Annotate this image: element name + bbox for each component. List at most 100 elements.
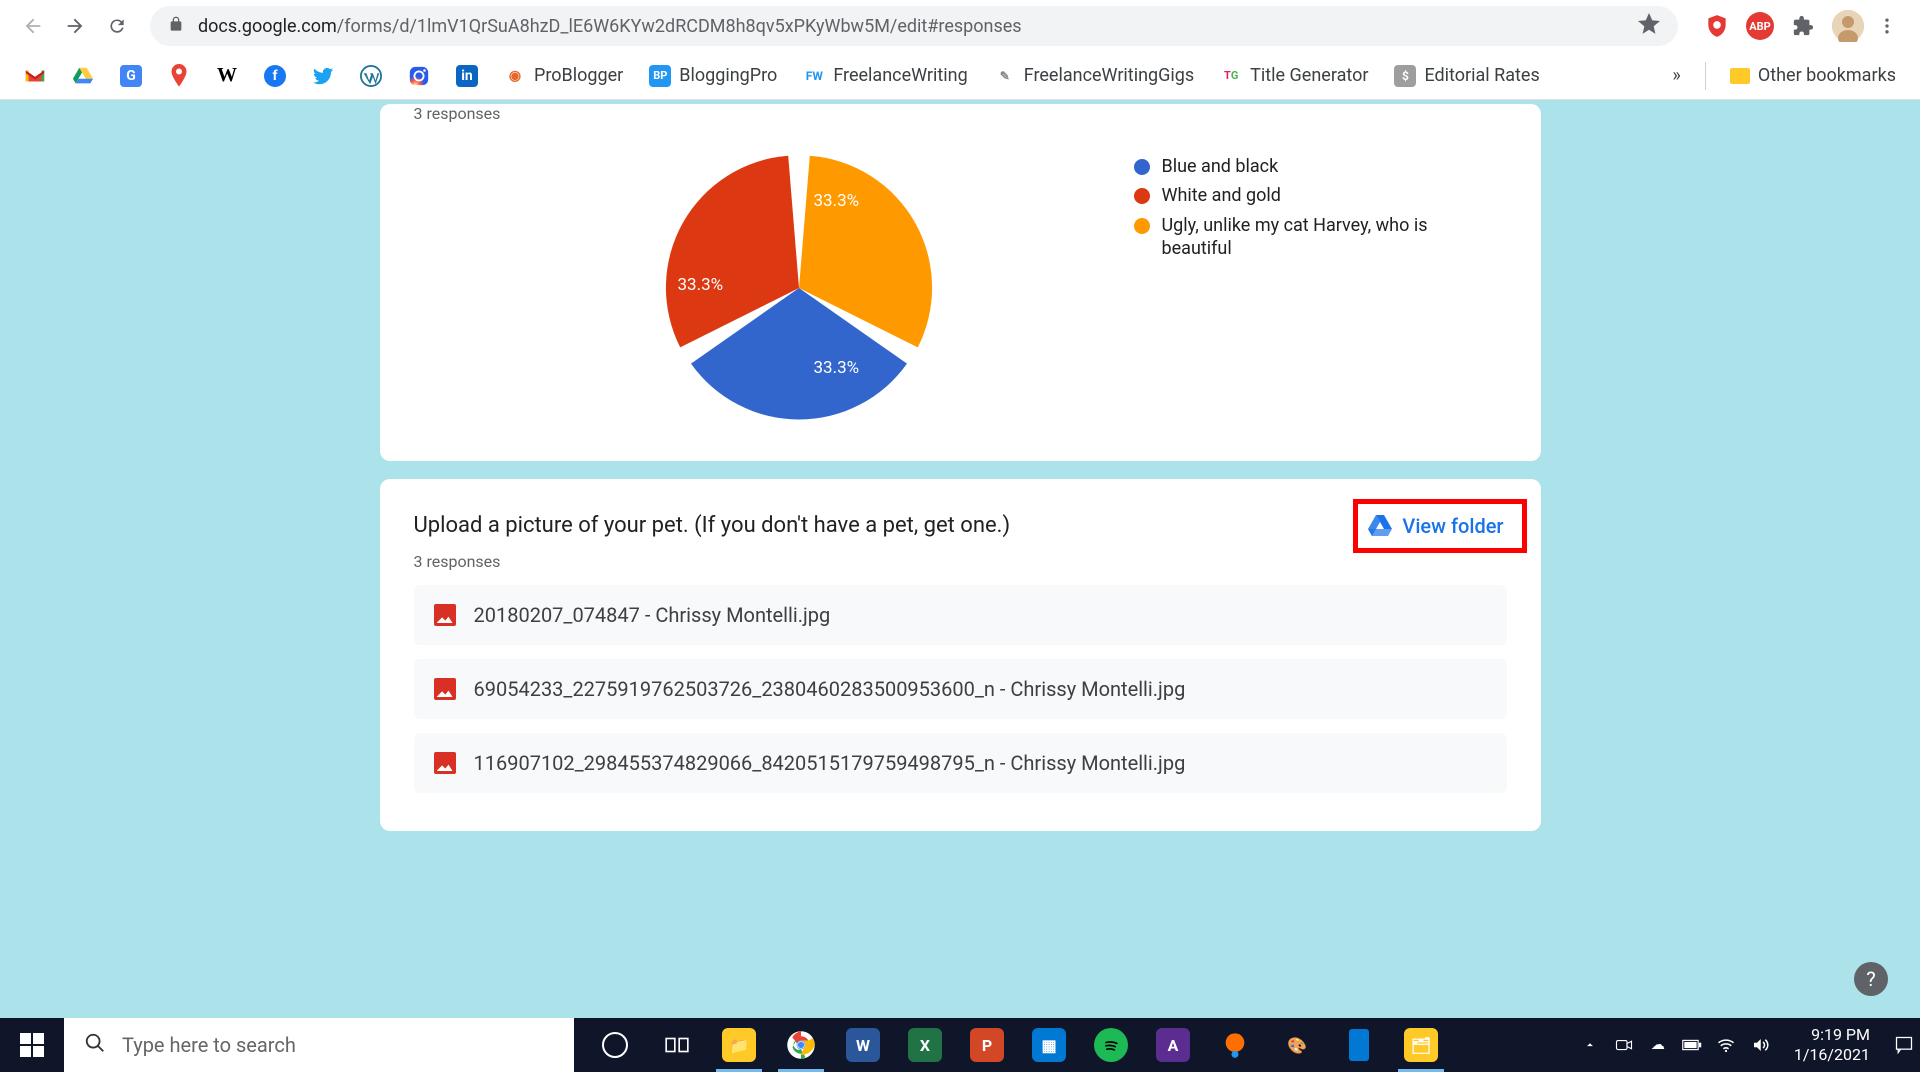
taskbar-app-yourphone[interactable]: [1328, 1018, 1390, 1072]
extensions-icon[interactable]: [1788, 11, 1818, 41]
overflow-chevron-icon: »: [1672, 65, 1680, 86]
taskbar-app-fileexplorer[interactable]: 🗂: [1390, 1018, 1452, 1072]
taskbar-app-explorer[interactable]: 📁: [708, 1018, 770, 1072]
taskbar-apps: 📁 W X P ▦ A 🎨 🗂: [584, 1018, 1452, 1072]
pie-slice-label: 33.3%: [814, 191, 860, 211]
tray-battery-icon[interactable]: [1682, 1035, 1702, 1055]
bookmark-bloggingpro[interactable]: BPBloggingPro: [643, 61, 783, 91]
taskbar-app-word[interactable]: W: [832, 1018, 894, 1072]
windows-taskbar: Type here to search 📁 W X P ▦ A 🎨 🗂 ☁: [0, 1018, 1920, 1072]
pie-slice-label: 33.3%: [814, 358, 860, 378]
response-count: 3 responses: [414, 552, 1507, 571]
legend-dot-icon: [1134, 218, 1150, 234]
bookmarks-bar: G W f in ◉ProBlogger BPBloggingPro FWFre…: [0, 52, 1920, 100]
tray-clock[interactable]: 9:19 PM 1/16/2021: [1784, 1025, 1880, 1065]
legend-label: Ugly, unlike my cat Harvey, who is beaut…: [1162, 214, 1454, 261]
url-path: /forms/d/1lmV1QrSuA8hzD_lE6W6KYw2dRCDM8h…: [337, 16, 1022, 37]
taskbar-app-powerpoint[interactable]: P: [956, 1018, 1018, 1072]
browser-toolbar: docs.google.com/forms/d/1lmV1QrSuA8hzD_l…: [0, 0, 1920, 52]
image-icon: [434, 752, 456, 774]
chrome-menu-icon[interactable]: [1868, 7, 1906, 45]
tray-onedrive-icon[interactable]: ☁: [1648, 1035, 1668, 1055]
legend-dot-icon: [1134, 159, 1150, 175]
tray-wifi-icon[interactable]: [1716, 1035, 1736, 1055]
bookmarks-overflow[interactable]: »: [1666, 61, 1686, 90]
bookmark-star-icon[interactable]: [1638, 13, 1660, 40]
pie-slice-label: 33.3%: [678, 275, 724, 295]
other-bookmarks[interactable]: Other bookmarks: [1724, 61, 1902, 90]
legend-item[interactable]: Blue and black: [1134, 155, 1454, 178]
bookmark-label: ProBlogger: [534, 65, 623, 86]
address-bar[interactable]: docs.google.com/forms/d/1lmV1QrSuA8hzD_l…: [150, 6, 1678, 46]
bookmark-instagram[interactable]: [402, 61, 436, 91]
file-response-row[interactable]: 69054233_2275919762503726_23804602835009…: [414, 659, 1507, 719]
help-button[interactable]: ?: [1854, 962, 1888, 996]
bookmark-label: Editorial Rates: [1424, 65, 1539, 86]
other-bookmarks-label: Other bookmarks: [1758, 65, 1896, 86]
file-response-row[interactable]: 116907102_298455374829066_84205151797594…: [414, 733, 1507, 793]
back-button[interactable]: [14, 7, 52, 45]
reload-button[interactable]: [98, 7, 136, 45]
search-placeholder: Type here to search: [122, 1033, 296, 1057]
legend-item[interactable]: White and gold: [1134, 184, 1454, 207]
image-icon: [434, 678, 456, 700]
bookmark-label: FreelanceWriting: [833, 65, 967, 86]
tray-time: 9:19 PM: [1794, 1025, 1870, 1045]
start-button[interactable]: [0, 1018, 64, 1072]
bookmark-drive[interactable]: [66, 61, 100, 91]
tray-meet-now-icon[interactable]: [1614, 1035, 1634, 1055]
tray-chevron-icon[interactable]: [1580, 1035, 1600, 1055]
drive-icon: [1368, 515, 1392, 537]
file-name: 20180207_074847 - Chrissy Montelli.jpg: [474, 603, 831, 627]
bookmark-translate[interactable]: G: [114, 61, 148, 91]
file-name: 69054233_2275919762503726_23804602835009…: [474, 677, 1186, 701]
pie-chart[interactable]: 33.3% 33.3% 33.3%: [664, 153, 934, 423]
image-icon: [434, 604, 456, 626]
file-response-row[interactable]: 20180207_074847 - Chrissy Montelli.jpg: [414, 585, 1507, 645]
bookmark-facebook[interactable]: f: [258, 61, 292, 91]
abp-icon[interactable]: ABP: [1746, 12, 1774, 40]
bookmark-maps[interactable]: [162, 61, 196, 91]
cortana-button[interactable]: [584, 1018, 646, 1072]
bookmark-problogger[interactable]: ◉ProBlogger: [498, 61, 629, 91]
legend-label: Blue and black: [1162, 155, 1279, 178]
bookmark-titlegenerator[interactable]: TGTitle Generator: [1214, 61, 1374, 91]
bookmark-gmail[interactable]: [18, 61, 52, 91]
question-title: Upload a picture of your pet. (If you do…: [414, 513, 1507, 538]
tray-volume-icon[interactable]: [1750, 1035, 1770, 1055]
bookmark-editorialrates[interactable]: $Editorial Rates: [1388, 61, 1545, 91]
taskbar-app-spotify[interactable]: [1080, 1018, 1142, 1072]
ublock-icon[interactable]: [1702, 11, 1732, 41]
bookmark-twitter[interactable]: [306, 61, 340, 91]
divider: [1705, 62, 1706, 90]
taskbar-app-excel[interactable]: X: [894, 1018, 956, 1072]
taskbar-app-chrome[interactable]: [770, 1018, 832, 1072]
profile-avatar[interactable]: [1832, 10, 1864, 42]
taskbar-app-paint3d[interactable]: [1204, 1018, 1266, 1072]
bookmark-linkedin[interactable]: in: [450, 61, 484, 91]
chart-legend: Blue and black White and gold Ugly, unli…: [1134, 155, 1454, 423]
forward-button[interactable]: [56, 7, 94, 45]
bookmark-wordpress[interactable]: [354, 61, 388, 91]
taskbar-app-calculator[interactable]: ▦: [1018, 1018, 1080, 1072]
taskbar-search[interactable]: Type here to search: [64, 1018, 574, 1072]
bookmark-freelancewriting[interactable]: FWFreelanceWriting: [797, 61, 973, 91]
folder-icon: [1730, 68, 1750, 84]
bookmark-wikipedia[interactable]: W: [210, 61, 244, 91]
bookmark-freelancewritinggigs[interactable]: ✎FreelanceWritingGigs: [988, 61, 1200, 91]
tray-date: 1/16/2021: [1794, 1045, 1870, 1065]
file-name: 116907102_298455374829066_84205151797594…: [474, 751, 1186, 775]
legend-item[interactable]: Ugly, unlike my cat Harvey, who is beaut…: [1134, 214, 1454, 261]
card-pie-responses: 3 responses 33.3% 33.3%: [380, 104, 1541, 461]
view-folder-label: View folder: [1402, 514, 1503, 538]
url-host: docs.google.com: [198, 16, 337, 37]
question-icon: ?: [1866, 967, 1875, 991]
task-view-button[interactable]: [646, 1018, 708, 1072]
taskbar-app-paint[interactable]: 🎨: [1266, 1018, 1328, 1072]
windows-icon: [20, 1033, 44, 1057]
tray-notifications-icon[interactable]: [1894, 1035, 1914, 1055]
view-folder-button[interactable]: View folder: [1353, 499, 1526, 553]
scroll-area[interactable]: 3 responses 33.3% 33.3%: [0, 100, 1920, 1018]
taskbar-app-generic1[interactable]: A: [1142, 1018, 1204, 1072]
bookmark-label: BloggingPro: [679, 65, 777, 86]
